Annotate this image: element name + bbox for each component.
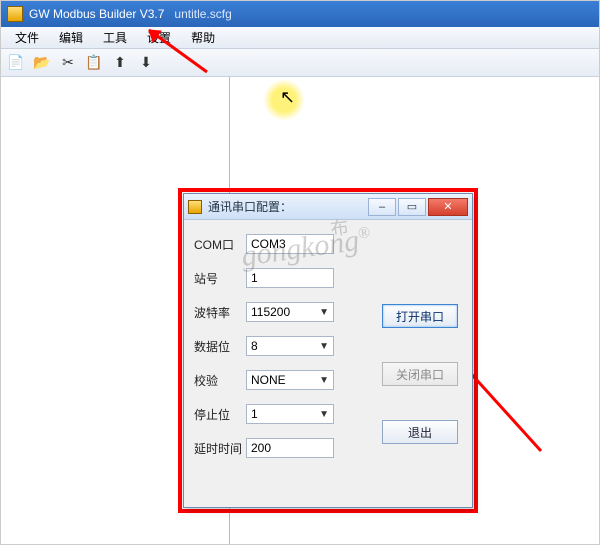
annotation-arrow-settings — [137, 22, 217, 82]
label-delay: 延时时间 — [194, 440, 246, 457]
chevron-down-icon: ▼ — [319, 341, 329, 352]
menu-edit[interactable]: 编辑 — [49, 27, 93, 48]
document-name: untitle.scfg — [174, 7, 231, 21]
close-port-button: 关闭串口 — [382, 362, 458, 386]
row-station: 站号 — [194, 268, 462, 288]
dialog-minimize-button[interactable]: – — [368, 198, 396, 216]
select-parity[interactable]: NONE ▼ — [246, 370, 334, 390]
main-titlebar: GW Modbus Builder V3.7 untitle.scfg — [1, 1, 599, 27]
label-station: 站号 — [194, 270, 246, 287]
input-com[interactable] — [246, 234, 334, 254]
toolbar-open-icon[interactable]: 📂 — [31, 52, 53, 74]
menubar: 文件 编辑 工具 设置 帮助 — [1, 27, 599, 49]
menu-tools[interactable]: 工具 — [93, 27, 137, 48]
dialog-title: 通讯串口配置： — [208, 198, 368, 215]
cursor-icon: ↖ — [280, 87, 295, 108]
dialog-icon — [188, 200, 202, 214]
label-parity: 校验 — [194, 372, 246, 389]
menu-file[interactable]: 文件 — [5, 27, 49, 48]
exit-button[interactable]: 退出 — [382, 420, 458, 444]
chevron-down-icon: ▼ — [319, 375, 329, 386]
select-parity-value: NONE — [251, 373, 286, 387]
app-icon — [7, 6, 23, 22]
toolbar-new-icon[interactable]: 📄 — [5, 52, 27, 74]
toolbar: 📄 📂 ✂ 📋 ⬆ ⬇ — [1, 49, 599, 77]
chevron-down-icon: ▼ — [319, 409, 329, 420]
input-delay[interactable] — [246, 438, 334, 458]
input-station[interactable] — [246, 268, 334, 288]
label-stopbits: 停止位 — [194, 406, 246, 423]
toolbar-copy-icon[interactable]: 📋 — [83, 52, 105, 74]
select-baud-value: 115200 — [251, 305, 290, 319]
toolbar-upload-icon[interactable]: ⬆ — [109, 52, 131, 74]
select-stopbits-value: 1 — [251, 407, 258, 421]
dialog-maximize-button[interactable]: ▭ — [398, 198, 426, 216]
dialog-titlebar[interactable]: 通讯串口配置： – ▭ ✕ — [184, 194, 472, 220]
row-com: COM口 — [194, 234, 462, 254]
chevron-down-icon: ▼ — [319, 307, 329, 318]
toolbar-cut-icon[interactable]: ✂ — [57, 52, 79, 74]
dialog-close-button[interactable]: ✕ — [428, 198, 468, 216]
serial-config-dialog: 通讯串口配置： – ▭ ✕ COM口 站号 波特率 115200 ▼ 数据位 8 — [183, 193, 473, 508]
select-databits[interactable]: 8 ▼ — [246, 336, 334, 356]
label-databits: 数据位 — [194, 338, 246, 355]
dialog-body: COM口 站号 波特率 115200 ▼ 数据位 8 ▼ 校验 NONE — [184, 220, 472, 482]
select-databits-value: 8 — [251, 339, 258, 353]
select-baud[interactable]: 115200 ▼ — [246, 302, 334, 322]
dialog-window-controls: – ▭ ✕ — [368, 198, 468, 216]
app-title: GW Modbus Builder V3.7 — [29, 7, 164, 21]
open-port-button[interactable]: 打开串口 — [382, 304, 458, 328]
dialog-side-buttons: 打开串口 关闭串口 退出 — [382, 304, 458, 444]
label-com: COM口 — [194, 236, 246, 253]
select-stopbits[interactable]: 1 ▼ — [246, 404, 334, 424]
label-baud: 波特率 — [194, 304, 246, 321]
